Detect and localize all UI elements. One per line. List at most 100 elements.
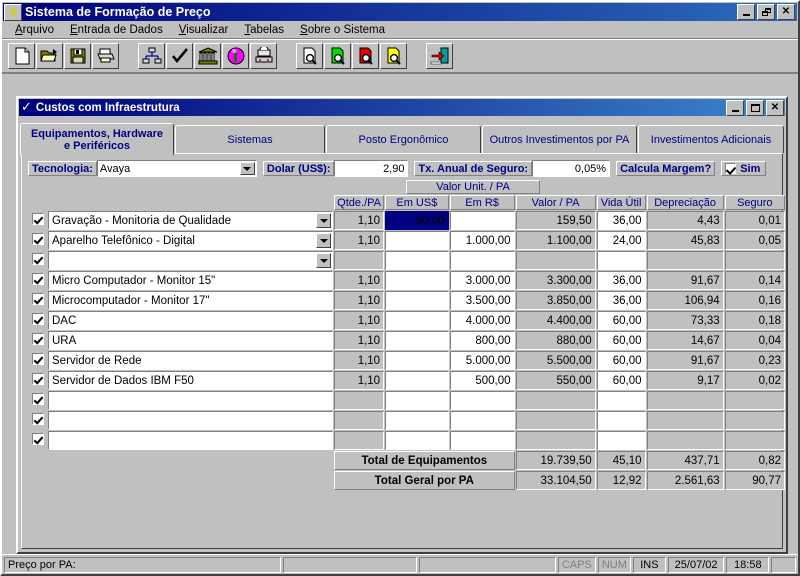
row-checkbox[interactable]: [29, 311, 47, 330]
row-description[interactable]: Aparelho Telefônico - Digital: [48, 231, 334, 250]
row-checkbox[interactable]: [29, 211, 47, 230]
menu-visualizar[interactable]: Visualizar: [171, 23, 237, 37]
cell-vida-util[interactable]: [596, 411, 646, 430]
checkbox-checked-icon[interactable]: [32, 373, 44, 385]
close-button[interactable]: ✕: [777, 4, 795, 20]
info-circle-icon[interactable]: [222, 43, 249, 69]
tab-posto-ergonomico[interactable]: Posto Ergonômico: [326, 125, 481, 153]
header-seguro[interactable]: Seguro: [724, 195, 785, 210]
row-checkbox[interactable]: [29, 351, 47, 370]
cell-em-us[interactable]: [385, 291, 449, 310]
checkbox-checked-icon[interactable]: [725, 163, 737, 174]
table-row[interactable]: URA 1,10 800,00 880,00 60,00 14,67 0,04: [29, 331, 785, 350]
cell-vida-util[interactable]: [596, 251, 646, 270]
restore-button[interactable]: [757, 4, 775, 20]
row-description[interactable]: Gravação - Monitoria de Qualidade: [48, 211, 334, 230]
cell-vida-util[interactable]: 60,00: [596, 331, 646, 350]
menu-sobre-o-sistema[interactable]: Sobre o Sistema: [292, 23, 393, 37]
row-description[interactable]: Microcomputador - Monitor 17": [48, 291, 334, 310]
row-description[interactable]: Micro Computador - Monitor 15": [48, 271, 334, 290]
table-row[interactable]: Microcomputador - Monitor 17" 1,10 3.500…: [29, 291, 785, 310]
row-description[interactable]: [48, 251, 334, 270]
checkbox-checked-icon[interactable]: [32, 353, 44, 365]
cell-em-rs[interactable]: 1.000,00: [449, 231, 515, 250]
cell-em-rs[interactable]: [449, 431, 515, 450]
preview-green-icon[interactable]: [324, 43, 351, 69]
cell-em-us[interactable]: [385, 271, 449, 290]
chevron-down-icon[interactable]: [239, 162, 255, 175]
row-checkbox[interactable]: [29, 271, 47, 290]
header-valor-pa[interactable]: Valor / PA: [515, 195, 596, 210]
table-row[interactable]: [29, 431, 785, 450]
checkbox-checked-icon[interactable]: [32, 393, 44, 405]
bank-building-icon[interactable]: [194, 43, 221, 69]
cell-em-rs[interactable]: [449, 251, 515, 270]
header-vida-util[interactable]: Vida Útil: [596, 195, 646, 210]
cell-em-us[interactable]: [385, 411, 449, 430]
cell-em-us[interactable]: [385, 431, 449, 450]
minimize-button[interactable]: [737, 4, 755, 20]
header-qtde[interactable]: Qtde./PA: [334, 195, 385, 210]
cell-em-rs[interactable]: 5.000,00: [449, 351, 515, 370]
row-checkbox[interactable]: [29, 411, 47, 430]
cell-em-rs[interactable]: 3.500,00: [449, 291, 515, 310]
table-row[interactable]: Servidor de Rede 1,10 5.000,00 5.500,00 …: [29, 351, 785, 370]
checkbox-checked-icon[interactable]: [32, 253, 44, 265]
cell-em-rs[interactable]: 800,00: [449, 331, 515, 350]
cell-vida-util[interactable]: 36,00: [596, 271, 646, 290]
calcula-margem-checkbox[interactable]: Sim: [721, 161, 767, 176]
cell-em-rs[interactable]: 4.000,00: [449, 311, 515, 330]
chevron-down-icon[interactable]: [316, 233, 332, 248]
tab-outros-investimentos-por-pa[interactable]: Outros Investimentos por PA: [482, 125, 637, 153]
exit-door-icon[interactable]: [426, 43, 453, 69]
cell-vida-util[interactable]: 36,00: [596, 211, 646, 230]
header-em-rs[interactable]: Em R$: [449, 195, 515, 210]
row-description[interactable]: Servidor de Rede: [48, 351, 334, 370]
chevron-down-icon[interactable]: [316, 253, 332, 268]
table-row[interactable]: [29, 391, 785, 410]
cell-em-rs[interactable]: 500,00: [449, 371, 515, 390]
tab-investimentos-adicionais[interactable]: Investimentos Adicionais: [638, 125, 784, 153]
cell-vida-util[interactable]: [596, 391, 646, 410]
cell-em-us[interactable]: [385, 251, 449, 270]
row-checkbox[interactable]: [29, 231, 47, 250]
taxa-seguro-input[interactable]: 0,05%: [532, 160, 611, 177]
table-row[interactable]: [29, 251, 785, 270]
checkbox-checked-icon[interactable]: [32, 313, 44, 325]
cell-em-us[interactable]: [385, 371, 449, 390]
dolar-input[interactable]: 2,90: [334, 160, 409, 177]
checkmark-icon[interactable]: [166, 43, 193, 69]
table-row[interactable]: Aparelho Telefônico - Digital 1,10 1.000…: [29, 231, 785, 250]
cell-em-rs[interactable]: [449, 211, 515, 230]
open-folder-icon[interactable]: [36, 43, 63, 69]
cell-em-us[interactable]: [385, 331, 449, 350]
cell-vida-util[interactable]: 60,00: [596, 371, 646, 390]
checkbox-checked-icon[interactable]: [32, 433, 44, 445]
cell-em-us[interactable]: [385, 351, 449, 370]
row-description[interactable]: Servidor de Dados IBM F50: [48, 371, 334, 390]
cell-em-us[interactable]: [385, 311, 449, 330]
tab-sistemas[interactable]: Sistemas: [175, 125, 325, 153]
cell-vida-util[interactable]: 24,00: [596, 231, 646, 250]
row-description[interactable]: [48, 391, 334, 410]
cell-em-rs[interactable]: [449, 411, 515, 430]
preview-yellow-icon[interactable]: [380, 43, 407, 69]
print-icon[interactable]: [92, 43, 119, 69]
org-chart-icon[interactable]: [138, 43, 165, 69]
telephone-icon[interactable]: [250, 43, 277, 69]
checkbox-checked-icon[interactable]: [32, 293, 44, 305]
checkbox-checked-icon[interactable]: [32, 233, 44, 245]
cell-em-us[interactable]: [385, 391, 449, 410]
cell-vida-util[interactable]: [596, 431, 646, 450]
table-row[interactable]: DAC 1,10 4.000,00 4.400,00 60,00 73,33 0…: [29, 311, 785, 330]
cell-vida-util[interactable]: 36,00: [596, 291, 646, 310]
header-depreciacao[interactable]: Depreciação: [646, 195, 724, 210]
checkbox-checked-icon[interactable]: [32, 213, 44, 225]
cell-em-rs[interactable]: 3.000,00: [449, 271, 515, 290]
menu-tabelas[interactable]: Tabelas: [236, 23, 292, 37]
cell-vida-util[interactable]: 60,00: [596, 311, 646, 330]
header-em-us[interactable]: Em US$: [385, 195, 449, 210]
row-checkbox[interactable]: [29, 431, 47, 450]
cell-vida-util[interactable]: 60,00: [596, 351, 646, 370]
preview-red-icon[interactable]: [352, 43, 379, 69]
